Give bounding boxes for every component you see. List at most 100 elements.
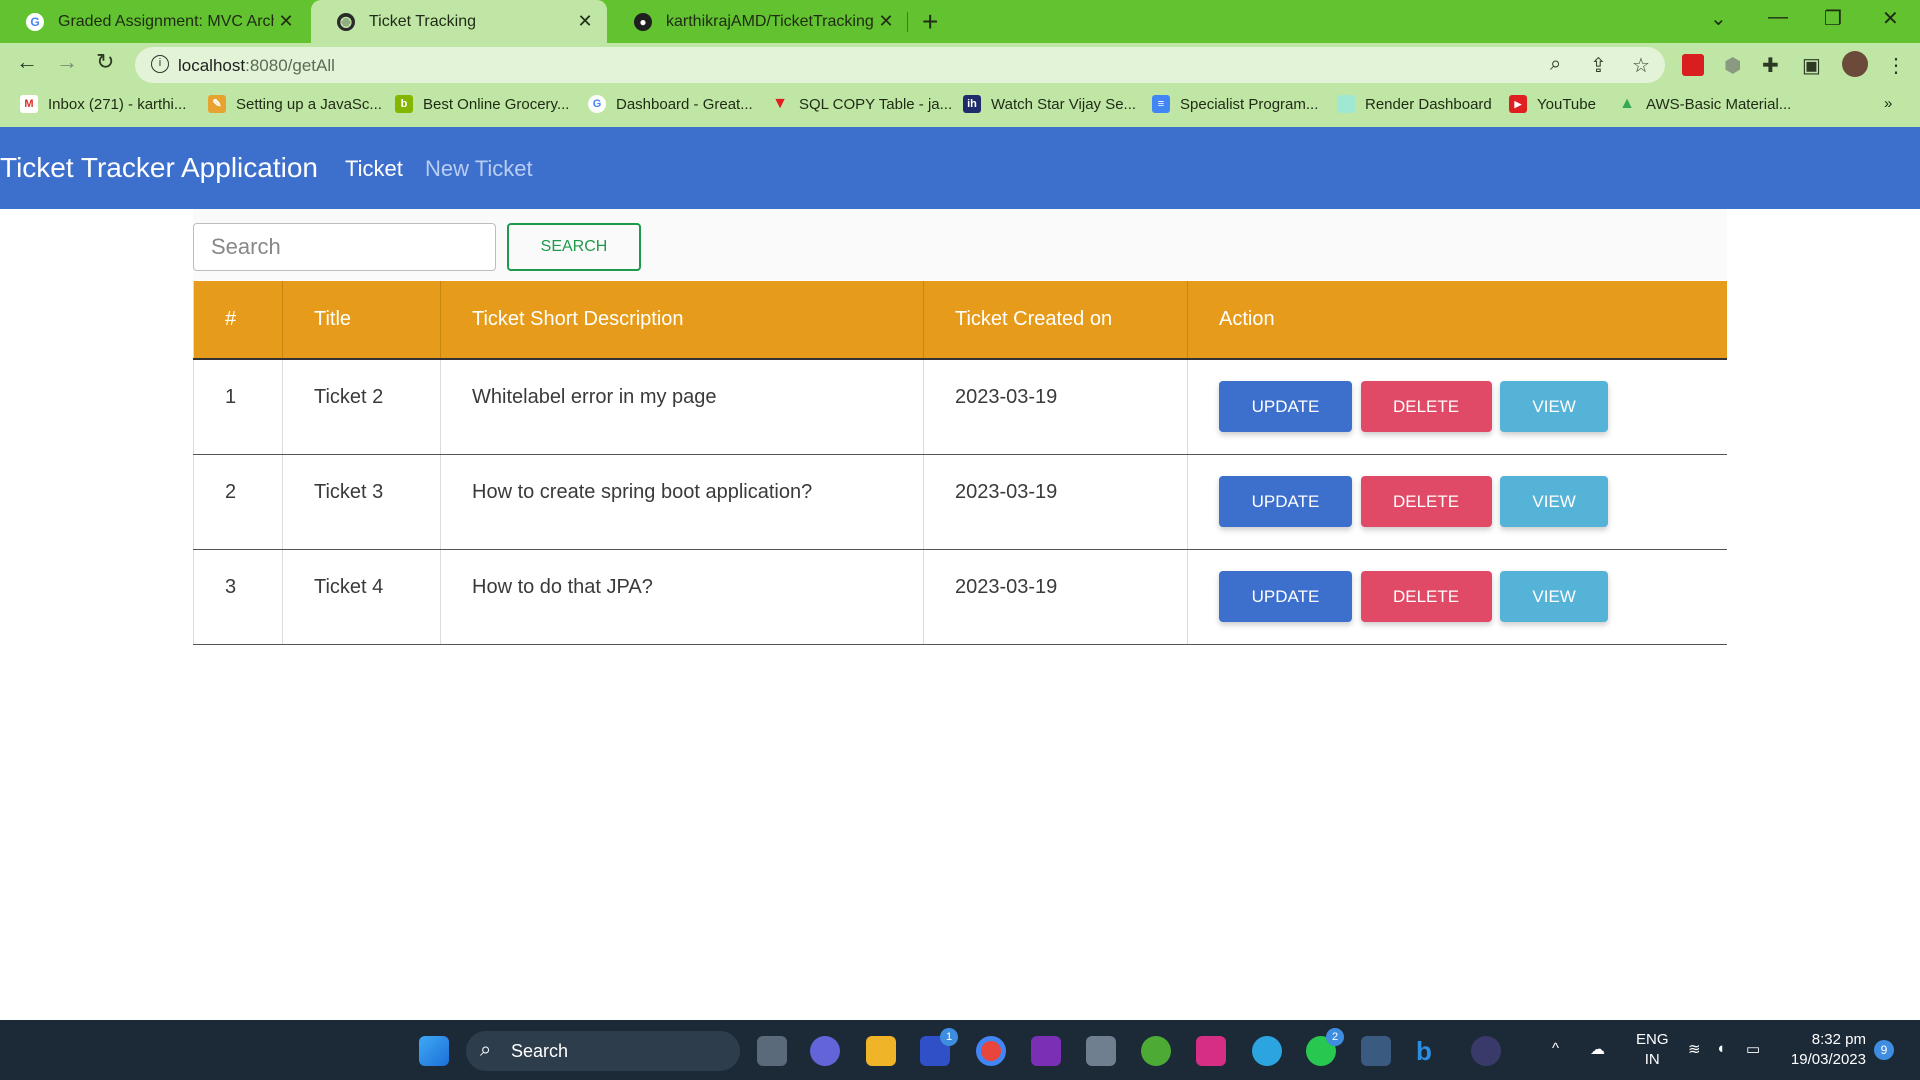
language-code: ENG [1636,1031,1669,1048]
mysql-workbench-icon[interactable] [1361,1036,1391,1066]
onenote-icon[interactable] [1031,1036,1061,1066]
url-text[interactable]: localhost:8080/getAll [178,56,335,76]
info-icon[interactable]: i [151,55,169,73]
tab-github[interactable]: ● karthikrajAMD/TicketTracking ✕ [608,0,908,43]
update-button[interactable]: UPDATE [1219,381,1352,433]
cell-created: 2023-03-19 [923,549,1188,645]
view-button[interactable]: VIEW [1500,476,1609,527]
bookmark-render[interactable]: Render Dashboard [1337,95,1492,113]
whatsapp-badge: 2 [1326,1028,1344,1046]
bookmark-dashboard[interactable]: G Dashboard - Great... [588,95,753,113]
more-bookmarks-icon[interactable]: » [1884,95,1892,112]
avatar[interactable] [1842,51,1868,77]
bookmark-label: Inbox (271) - karthi... [48,95,187,113]
bookmark-javascript[interactable]: ✎ Setting up a JavaSc... [208,95,382,113]
column-header-id: # [193,281,283,360]
bookmark-aws[interactable]: ▲ AWS-Basic Material... [1618,95,1791,113]
zoom-icon[interactable]: ⌕ [1550,53,1561,76]
onedrive-icon[interactable]: ☁ [1590,1040,1605,1058]
render-icon [1337,95,1355,113]
forward-icon[interactable]: → [56,49,78,75]
language-indicator[interactable]: ENG IN [1636,1030,1669,1070]
minimize-icon[interactable]: — [1768,6,1788,29]
outlook-badge: 1 [940,1028,958,1046]
bookmark-label: Watch Star Vijay Se... [991,95,1137,113]
bookmark-star-icon[interactable]: ☆ [1632,53,1650,78]
bing-icon[interactable]: b [1416,1036,1446,1066]
delete-button[interactable]: DELETE [1360,476,1492,527]
update-button[interactable]: UPDATE [1219,476,1352,527]
chrome-icon[interactable] [976,1036,1006,1066]
task-view-icon[interactable] [757,1036,787,1066]
search-button[interactable]: SEARCH [507,223,641,271]
taskbar-search-label: Search [511,1041,569,1061]
teams-icon[interactable] [810,1036,840,1066]
window-close-icon[interactable]: ✕ [1882,6,1899,31]
url-host: localhost [178,56,246,75]
bookmark-vijay[interactable]: ih Watch Star Vijay Se... [963,95,1136,113]
column-header-description: Ticket Short Description [440,281,924,360]
share-icon[interactable]: ⇪ [1590,53,1607,78]
whatsapp-icon[interactable]: 2 [1306,1028,1344,1066]
cell-created: 2023-03-19 [923,359,1188,455]
menu-icon[interactable]: ⋮ [1886,53,1906,78]
table-row: 2 Ticket 3 How to create spring boot app… [193,454,1727,550]
bookmark-sql[interactable]: ▼ SQL COPY Table - ja... [771,95,952,113]
view-button[interactable]: VIEW [1500,571,1609,622]
bookmark-inbox[interactable]: M Inbox (271) - karthi... [20,95,186,113]
bookmark-youtube[interactable]: ▶ YouTube [1509,95,1596,113]
back-icon[interactable]: ← [16,49,38,75]
chevron-up-icon[interactable]: ^ [1552,1040,1559,1057]
tab-title: karthikrajAMD/TicketTracking [666,12,874,30]
delete-button[interactable]: DELETE [1360,571,1492,622]
extensions-icon[interactable]: ✚ [1762,53,1779,78]
github-icon: ● [634,12,652,31]
delete-button[interactable]: DELETE [1360,381,1492,433]
eclipse-icon[interactable] [1471,1036,1501,1066]
tab-ticket-tracking[interactable]: ◍ Ticket Tracking ✕ [311,0,607,43]
bookmark-label: AWS-Basic Material... [1646,95,1792,113]
nav-new-ticket[interactable]: New Ticket [425,156,533,182]
close-icon[interactable]: ✕ [274,11,298,32]
wifi-icon[interactable]: ≋ [1688,1040,1701,1058]
nav-ticket[interactable]: Ticket [345,156,403,182]
bookmark-label: Setting up a JavaSc... [236,95,382,113]
cell-title: Ticket 4 [282,549,441,645]
windows-start-icon[interactable] [419,1036,449,1066]
tab-search-icon[interactable]: ⌄ [1710,6,1727,31]
bookmark-label: Render Dashboard [1365,95,1492,113]
battery-icon[interactable]: ▭ [1746,1040,1760,1058]
app-navbar: Ticket Tracker Application Ticket New Ti… [0,127,1920,209]
reload-icon[interactable]: ↻ [96,49,114,75]
cell-description: Whitelabel error in my page [440,359,924,455]
cell-description: How to create spring boot application? [440,454,924,550]
address-bar[interactable]: i localhost:8080/getAll [135,47,1665,83]
clock[interactable]: 8:32 pm 19/03/2023 [1782,1030,1866,1070]
update-button[interactable]: UPDATE [1219,571,1352,622]
close-icon[interactable]: ✕ [573,11,597,32]
search-input[interactable] [193,223,496,271]
calculator-icon[interactable] [1086,1036,1116,1066]
shield-icon[interactable]: ⬢ [1724,53,1741,78]
acrobat-icon[interactable] [1682,54,1704,76]
close-icon[interactable]: ✕ [874,11,898,32]
restore-icon[interactable]: ❐ [1824,6,1842,31]
file-explorer-icon[interactable] [866,1036,896,1066]
utorrent-icon[interactable] [1141,1036,1171,1066]
app-brand[interactable]: Ticket Tracker Application [0,152,318,184]
volume-icon[interactable]: ◖ [1716,1040,1725,1057]
google-icon: G [588,95,606,113]
instagram-icon[interactable] [1196,1036,1226,1066]
ticket-table: # Title Ticket Short Description Ticket … [193,281,1727,645]
sidepanel-icon[interactable]: ▣ [1802,53,1821,78]
view-button[interactable]: VIEW [1500,381,1609,433]
notification-badge[interactable]: 9 [1874,1040,1894,1060]
bookmark-grocery[interactable]: b Best Online Grocery... [395,95,569,113]
tab-graded-assignment[interactable]: G Graded Assignment: MVC Archite ✕ [0,0,308,43]
outlook-icon[interactable]: 1 [920,1028,958,1066]
new-tab-button[interactable]: + [922,6,938,38]
taskbar-search[interactable]: ⌕ Search [466,1031,740,1071]
bookmark-specialist[interactable]: ≡ Specialist Program... [1152,95,1318,113]
telegram-icon[interactable] [1252,1036,1282,1066]
cell-title: Ticket 2 [282,359,441,455]
